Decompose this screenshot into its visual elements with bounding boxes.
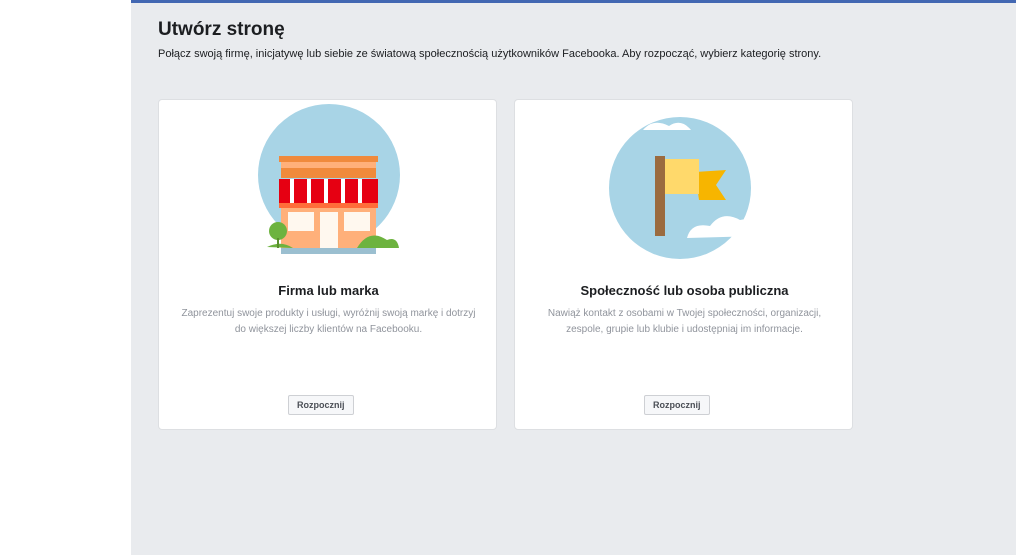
page-subtitle: Połącz swoją firmę, inicjatywę lub siebi… (158, 48, 822, 60)
card-description-business: Zaprezentuj swoje produkty i usługi, wyr… (181, 308, 476, 335)
card-title-community: Społeczność lub osoba publiczna (580, 283, 789, 298)
flag-icon (609, 117, 759, 259)
storefront-icon (258, 104, 400, 254)
right-scroll-edge (1016, 0, 1024, 555)
business-card[interactable]: Firma lub marka Zaprezentuj swoje produk… (158, 99, 497, 430)
page-title: Utwórz stronę (158, 19, 285, 40)
top-accent-bar (131, 0, 1016, 3)
start-community-button[interactable]: Rozpocznij (644, 395, 710, 415)
community-card[interactable]: Społeczność lub osoba publiczna Nawiąż k… (514, 99, 853, 430)
left-panel (0, 0, 131, 555)
start-business-button[interactable]: Rozpocznij (288, 395, 354, 415)
card-title-business: Firma lub marka (278, 283, 379, 298)
card-description-community: Nawiąż kontakt z osobami w Twojej społec… (547, 308, 822, 335)
